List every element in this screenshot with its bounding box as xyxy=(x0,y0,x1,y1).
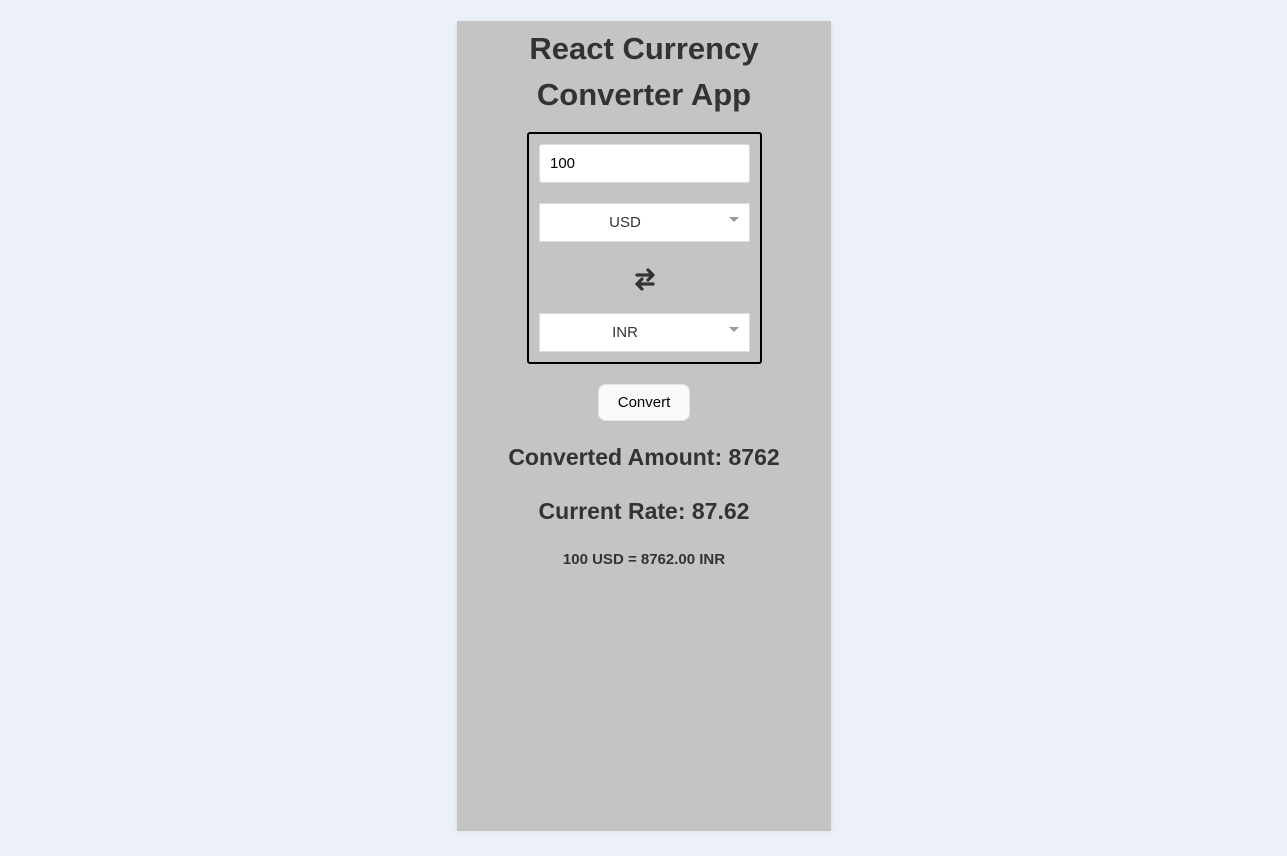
app-card: React Currency Converter App USD INR Con… xyxy=(457,21,831,831)
chevron-down-icon xyxy=(729,217,739,222)
from-currency-select[interactable]: USD xyxy=(539,203,750,242)
converter-panel: USD INR xyxy=(527,132,762,364)
title-line-2: Converter App xyxy=(536,77,752,112)
to-currency-select[interactable]: INR xyxy=(539,313,750,352)
to-currency-value: INR xyxy=(612,324,638,341)
swap-currencies-button[interactable] xyxy=(630,264,660,294)
title-line-1: React Currency xyxy=(529,31,759,66)
conversion-summary: 100 USD = 8762.00 INR xyxy=(562,551,726,568)
page-title: React Currency Converter App xyxy=(457,26,831,118)
chevron-down-icon xyxy=(729,327,739,332)
amount-input[interactable] xyxy=(539,144,750,183)
current-rate: Current Rate: 87.62 xyxy=(538,498,750,524)
converted-amount: Converted Amount: 8762 xyxy=(508,444,780,470)
swap-arrows-icon xyxy=(635,268,655,291)
convert-button[interactable]: Convert xyxy=(598,384,690,421)
from-currency-value: USD xyxy=(609,214,641,231)
